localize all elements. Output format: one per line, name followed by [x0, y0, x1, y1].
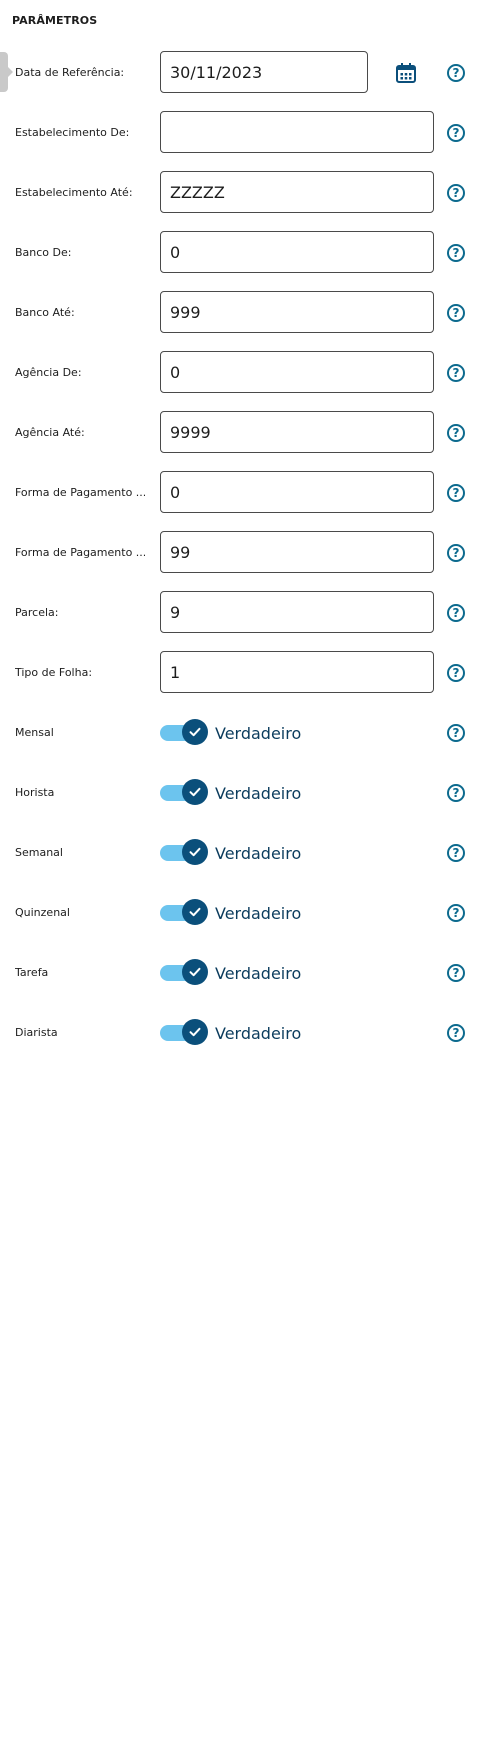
banco-de-input[interactable] — [160, 231, 434, 273]
switch-knob — [182, 1019, 208, 1045]
field-label: Estabelecimento De: — [15, 126, 130, 139]
help-icon[interactable]: ? — [447, 664, 465, 682]
switch-state-text: Verdadeiro — [215, 904, 302, 923]
check-icon — [189, 847, 201, 857]
switch-knob — [182, 899, 208, 925]
help-icon[interactable]: ? — [447, 244, 465, 262]
help-icon[interactable]: ? — [447, 184, 465, 202]
toggle-label: Semanal — [15, 846, 63, 859]
help-icon[interactable]: ? — [447, 64, 465, 82]
field-row-forma-pagamento-ate: Forma de Pagamento ... ? — [0, 531, 486, 575]
help-icon[interactable]: ? — [447, 724, 465, 742]
help-icon[interactable]: ? — [447, 364, 465, 382]
mensal-switch[interactable] — [160, 719, 208, 745]
agencia-de-input[interactable] — [160, 351, 434, 393]
toggle-label: Horista — [15, 786, 55, 799]
help-icon[interactable]: ? — [447, 544, 465, 562]
estabelecimento-de-input[interactable] — [160, 111, 434, 153]
quinzenal-switch[interactable] — [160, 899, 208, 925]
field-label: Banco Até: — [15, 306, 75, 319]
switch-state-text: Verdadeiro — [215, 964, 302, 983]
tarefa-switch[interactable] — [160, 959, 208, 985]
diarista-switch[interactable] — [160, 1019, 208, 1045]
parcela-input[interactable] — [160, 591, 434, 633]
help-icon[interactable]: ? — [447, 484, 465, 502]
field-label: Forma de Pagamento ... — [15, 486, 145, 499]
field-row-estabelecimento-de: Estabelecimento De: ? — [0, 111, 486, 155]
tipo-folha-input[interactable] — [160, 651, 434, 693]
help-icon[interactable]: ? — [447, 784, 465, 802]
field-row-estabelecimento-ate: Estabelecimento Até: ? — [0, 171, 486, 215]
help-icon[interactable]: ? — [447, 964, 465, 982]
toggle-row-quinzenal: Quinzenal Verdadeiro ? — [0, 891, 486, 935]
toggle-label: Diarista — [15, 1026, 58, 1039]
agencia-ate-input[interactable] — [160, 411, 434, 453]
field-label: Data de Referência: — [15, 66, 125, 79]
help-icon[interactable]: ? — [447, 304, 465, 322]
check-icon — [189, 967, 201, 977]
help-icon[interactable]: ? — [447, 124, 465, 142]
switch-knob — [182, 779, 208, 805]
field-label: Estabelecimento Até: — [15, 186, 133, 199]
field-row-tipo-folha: Tipo de Folha: ? — [0, 651, 486, 695]
toggle-row-tarefa: Tarefa Verdadeiro ? — [0, 951, 486, 995]
help-icon[interactable]: ? — [447, 904, 465, 922]
field-label: Tipo de Folha: — [15, 666, 93, 679]
date-input[interactable] — [160, 51, 368, 93]
field-row-banco-ate: Banco Até: ? — [0, 291, 486, 335]
check-icon — [189, 787, 201, 797]
field-row-data-referencia: Data de Referência: ? — [0, 51, 486, 95]
field-label: Banco De: — [15, 246, 72, 259]
toggle-row-mensal: Mensal Verdadeiro ? — [0, 711, 486, 755]
horista-switch[interactable] — [160, 779, 208, 805]
field-label: Agência Até: — [15, 426, 85, 439]
field-row-forma-pagamento-de: Forma de Pagamento ... ? — [0, 471, 486, 515]
field-label: Parcela: — [15, 606, 59, 619]
section-title: PARÂMETROS — [12, 14, 98, 27]
switch-state-text: Verdadeiro — [215, 724, 302, 743]
forma-pagamento-de-input[interactable] — [160, 471, 434, 513]
switch-knob — [182, 719, 208, 745]
field-row-agencia-de: Agência De: ? — [0, 351, 486, 395]
semanal-switch[interactable] — [160, 839, 208, 865]
switch-state-text: Verdadeiro — [215, 1024, 302, 1043]
switch-knob — [182, 959, 208, 985]
switch-state-text: Verdadeiro — [215, 784, 302, 803]
toggle-label: Tarefa — [15, 966, 49, 979]
check-icon — [189, 907, 201, 917]
help-icon[interactable]: ? — [447, 1024, 465, 1042]
calendar-icon[interactable] — [395, 62, 417, 84]
toggle-label: Mensal — [15, 726, 54, 739]
field-row-agencia-ate: Agência Até: ? — [0, 411, 486, 455]
toggle-row-semanal: Semanal Verdadeiro ? — [0, 831, 486, 875]
field-label: Forma de Pagamento ... — [15, 546, 145, 559]
forma-pagamento-ate-input[interactable] — [160, 531, 434, 573]
help-icon[interactable]: ? — [447, 604, 465, 622]
banco-ate-input[interactable] — [160, 291, 434, 333]
check-icon — [189, 1027, 201, 1037]
help-icon[interactable]: ? — [447, 844, 465, 862]
switch-knob — [182, 839, 208, 865]
toggle-label: Quinzenal — [15, 906, 70, 919]
field-row-parcela: Parcela: ? — [0, 591, 486, 635]
check-icon — [189, 727, 201, 737]
help-icon[interactable]: ? — [447, 424, 465, 442]
field-row-banco-de: Banco De: ? — [0, 231, 486, 275]
field-label: Agência De: — [15, 366, 82, 379]
toggle-row-horista: Horista Verdadeiro ? — [0, 771, 486, 815]
toggle-row-diarista: Diarista Verdadeiro ? — [0, 1011, 486, 1055]
estabelecimento-ate-input[interactable] — [160, 171, 434, 213]
switch-state-text: Verdadeiro — [215, 844, 302, 863]
